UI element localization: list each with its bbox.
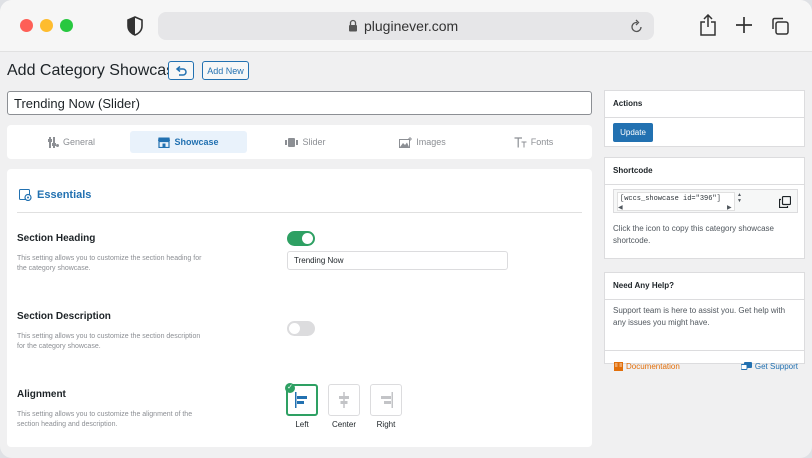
essentials-title-text: Essentials — [37, 189, 92, 201]
get-support-link-label: Get Support — [754, 362, 798, 371]
tab-general[interactable]: General — [13, 131, 130, 153]
tab-showcase[interactable]: Showcase — [130, 131, 247, 153]
store-icon — [158, 137, 171, 148]
get-support-link[interactable]: Get Support — [740, 362, 798, 371]
alignment-description: This setting allows you to customize the… — [17, 411, 193, 428]
section-description-label: Section Description — [17, 311, 111, 322]
settings-sliders-icon — [47, 136, 59, 148]
maximize-window-button[interactable] — [60, 19, 73, 32]
page-title: Add Category Showcase — [7, 62, 184, 79]
shortcode-box: [wccs_showcase id="396"] ◀ ▶ ▲ ▼ — [613, 189, 798, 213]
spinner-icon[interactable]: ▲ ▼ — [737, 192, 743, 210]
toggle-knob — [289, 323, 300, 334]
url-text: pluginever.com — [364, 18, 459, 34]
slider-icon — [285, 137, 299, 147]
tab-slider-label: Slider — [302, 137, 326, 147]
lock-icon — [349, 19, 357, 32]
actions-card: Actions Update — [604, 90, 805, 147]
align-right-label: Right — [376, 420, 396, 429]
essentials-title: Essentials — [19, 189, 91, 201]
new-tab-icon[interactable] — [735, 16, 753, 34]
update-button[interactable]: Update — [613, 123, 653, 142]
align-left-option[interactable]: ✓ — [285, 383, 318, 416]
support-chat-icon — [740, 362, 752, 370]
reload-icon[interactable] — [630, 18, 644, 34]
browser-window: pluginever.com Add Category Showcase Add… — [0, 0, 812, 458]
help-text: Support team is here to assist you. Get … — [613, 306, 786, 327]
documentation-link[interactable]: Documentation — [614, 362, 680, 371]
privacy-shield-icon[interactable] — [127, 16, 143, 36]
help-title: Need Any Help? — [605, 273, 804, 300]
back-button[interactable] — [168, 61, 194, 80]
browser-toolbar: pluginever.com — [0, 0, 812, 52]
align-center-option[interactable] — [328, 384, 360, 416]
showcase-title-input[interactable] — [7, 91, 592, 115]
settings-box-icon — [19, 189, 32, 201]
tab-fonts-label: Fonts — [530, 137, 554, 147]
shortcode-field[interactable]: [wccs_showcase id="396"] — [617, 192, 735, 211]
tab-fonts[interactable]: Fonts — [481, 131, 586, 153]
section-heading-description: This setting allows you to customize the… — [17, 255, 202, 272]
address-bar[interactable]: pluginever.com — [158, 12, 654, 40]
tab-general-label: General — [62, 137, 96, 147]
settings-tabs: General Showcase Slider Images Fonts — [7, 125, 592, 159]
tab-showcase-label: Showcase — [174, 137, 219, 147]
tab-images[interactable]: Images — [364, 131, 481, 153]
align-right-option[interactable] — [370, 384, 402, 416]
tab-images-label: Images — [416, 137, 446, 147]
toggle-knob — [302, 233, 313, 244]
section-description-description: This setting allows you to customize the… — [17, 333, 201, 350]
essentials-panel: Essentials Section Heading This setting … — [7, 169, 592, 447]
close-window-button[interactable] — [20, 19, 33, 32]
share-icon[interactable] — [699, 14, 717, 36]
undo-icon — [175, 65, 187, 76]
divider — [17, 212, 582, 213]
align-left-label: Left — [295, 420, 309, 429]
align-left-icon — [295, 392, 307, 408]
help-card: Need Any Help? Support team is here to a… — [604, 272, 805, 371]
shortcode-title: Shortcode — [605, 158, 804, 185]
divider — [605, 350, 804, 351]
shortcode-card: Shortcode [wccs_showcase id="396"] ◀ ▶ ▲… — [604, 157, 805, 259]
documentation-link-label: Documentation — [626, 362, 680, 371]
copy-icon[interactable] — [779, 196, 791, 208]
scroll-left-icon[interactable]: ◀ — [618, 204, 623, 211]
images-icon — [399, 136, 413, 148]
shortcode-help-text: Click the icon to copy this category sho… — [613, 224, 774, 245]
add-new-button[interactable]: Add New — [202, 61, 249, 80]
scroll-right-icon[interactable]: ▶ — [727, 204, 732, 211]
actions-title: Actions — [605, 91, 804, 118]
align-center-icon — [339, 392, 349, 408]
document-icon — [614, 362, 623, 371]
section-heading-input[interactable] — [287, 251, 508, 270]
section-description-toggle[interactable] — [287, 321, 315, 336]
tab-overview-icon[interactable] — [770, 16, 790, 36]
fonts-icon — [514, 136, 527, 147]
minimize-window-button[interactable] — [40, 19, 53, 32]
align-center-label: Center — [331, 420, 356, 429]
section-heading-toggle[interactable] — [287, 231, 315, 246]
section-heading-label: Section Heading — [17, 233, 96, 244]
alignment-label: Alignment — [17, 389, 66, 400]
check-icon: ✓ — [285, 383, 295, 393]
tab-slider[interactable]: Slider — [247, 131, 364, 153]
align-right-icon — [381, 392, 393, 408]
